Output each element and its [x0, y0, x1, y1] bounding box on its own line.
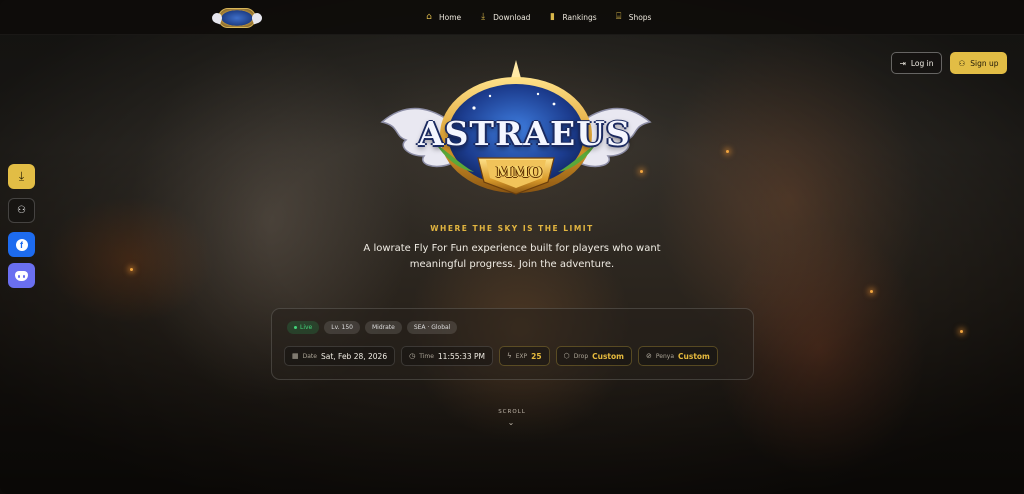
login-label: Log in	[910, 58, 934, 68]
stat-penya: ⊘ Penya Custom	[638, 346, 718, 366]
user-plus-icon: ⚇	[958, 58, 966, 68]
hero-tagline: WHERE THE SKY IS THE LIMIT	[430, 224, 594, 233]
stat-penya-label: Penya	[655, 352, 675, 360]
nav-download[interactable]: ⤓ Download	[478, 12, 530, 22]
side-register-button[interactable]: ⚇	[8, 198, 35, 223]
side-facebook-button[interactable]: f	[8, 232, 35, 257]
box-icon: ⬡	[563, 352, 570, 360]
live-dot-icon	[294, 326, 297, 329]
signup-label: Sign up	[970, 58, 999, 68]
stat-time-value: 11:55:33 PM	[437, 351, 485, 361]
stat-exp-label: EXP	[515, 352, 528, 360]
discord-icon	[15, 270, 28, 281]
download-icon: ⤓	[481, 12, 486, 22]
stat-date-value: Sat, Feb 28, 2026	[320, 351, 388, 361]
live-label: Live	[300, 324, 313, 331]
clock-icon: ◷	[409, 352, 416, 360]
nav-shops[interactable]: ⌸ Shops	[614, 12, 652, 22]
side-discord-button[interactable]	[8, 263, 35, 288]
facebook-icon: f	[15, 238, 28, 251]
rate-badge: Midrate	[364, 321, 402, 334]
level-cap-badge: Lv. 150	[324, 321, 360, 334]
stat-exp-value: 25	[531, 351, 542, 361]
login-button[interactable]: ⇥ Log in	[891, 52, 942, 74]
stat-time: ◷ Time 11:55:33 PM	[401, 346, 493, 366]
stat-time-label: Time	[419, 352, 434, 360]
top-navbar: ⌂ Home ⤓ Download ▮ Rankings ⌸ Shops	[0, 0, 1024, 35]
ember-particle	[960, 330, 963, 333]
side-download-button[interactable]: ⤓	[8, 164, 35, 189]
coin-icon: ⊘	[646, 352, 652, 360]
ember-particle	[870, 290, 873, 293]
main-nav: ⌂ Home ⤓ Download ▮ Rankings ⌸ Shops	[424, 12, 651, 22]
lightning-icon: ϟ	[506, 352, 512, 360]
stat-date-label: Date	[302, 352, 317, 360]
ember-particle	[726, 150, 729, 153]
stat-drop-value: Custom	[592, 351, 624, 361]
stat-date: ▦ Date Sat, Feb 28, 2026	[284, 346, 396, 366]
stat-penya-value: Custom	[678, 351, 710, 361]
home-icon: ⌂	[426, 12, 432, 22]
logo-subtitle: MMO	[495, 163, 543, 181]
scroll-hint[interactable]: SCROLL	[0, 409, 1024, 415]
status-badge-live: Live	[287, 321, 320, 334]
bar-chart-icon: ▮	[549, 12, 555, 22]
signup-button[interactable]: ⚇ Sign up	[950, 52, 1007, 74]
logo-wordmark: ASTRAEUS	[418, 114, 631, 153]
site-logo[interactable]	[218, 8, 256, 28]
nav-rankings-label: Rankings	[562, 12, 597, 22]
nav-download-label: Download	[493, 12, 531, 22]
hero-description: A lowrate Fly For Fun experience built f…	[363, 243, 661, 270]
shop-icon: ⌸	[615, 12, 622, 22]
download-icon: ⤓	[18, 169, 25, 183]
stat-drop: ⬡ Drop Custom	[555, 346, 632, 366]
chevron-down-icon[interactable]: ⌄	[506, 418, 516, 427]
stat-drop-label: Drop	[573, 352, 589, 360]
server-chips: Live Lv. 150 Midrate SEA · Global	[287, 321, 458, 334]
server-stats: ▦ Date Sat, Feb 28, 2026 ◷ Time 11:55:33…	[284, 346, 718, 366]
ember-particle	[130, 268, 133, 271]
region-badge: SEA · Global	[406, 321, 458, 334]
server-status-card: Live Lv. 150 Midrate SEA · Global ▦ Date…	[271, 308, 754, 380]
login-icon: ⇥	[899, 58, 906, 68]
nav-rankings[interactable]: ▮ Rankings	[547, 12, 597, 22]
nav-home-label: Home	[439, 12, 462, 22]
stat-exp: ϟ EXP 25	[498, 346, 550, 366]
calendar-icon: ▦	[292, 352, 299, 360]
user-plus-icon: ⚇	[17, 205, 26, 216]
nav-home[interactable]: ⌂ Home	[424, 12, 461, 22]
nav-shops-label: Shops	[628, 12, 652, 22]
